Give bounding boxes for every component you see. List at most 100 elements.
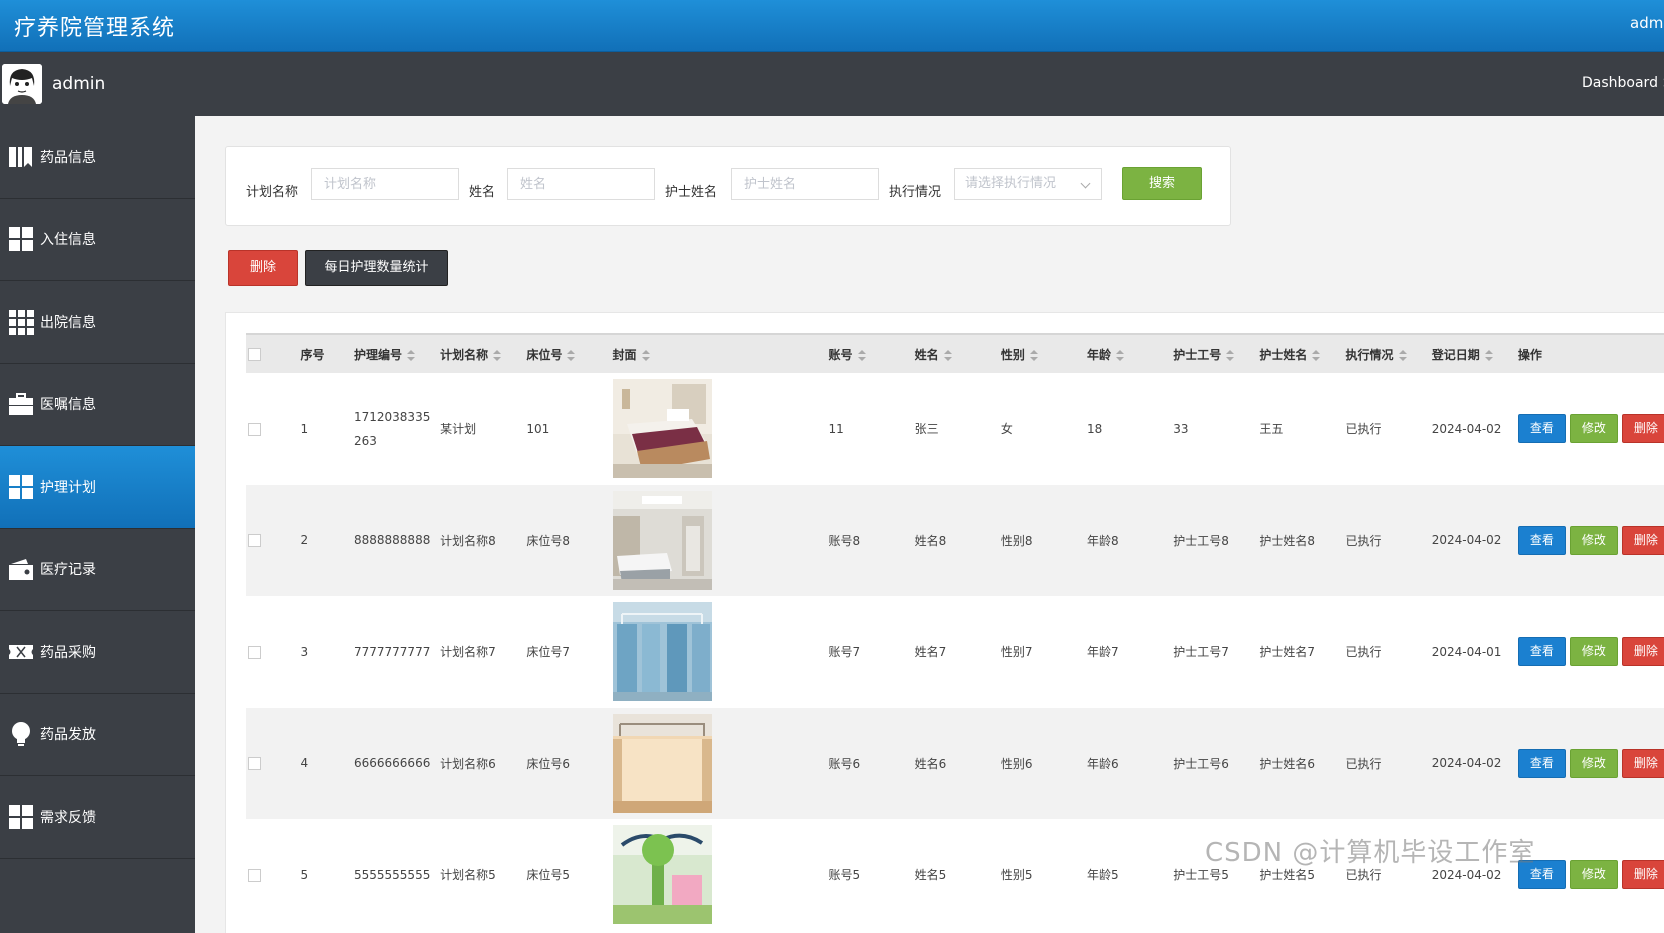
header-date[interactable]: 登记日期 xyxy=(1432,334,1518,373)
cell-age: 年龄8 xyxy=(1087,533,1119,548)
cell-gender: 性别7 xyxy=(1000,645,1033,660)
table-row: 2 8888888888 计划名称8 床位号8 账号8 姓名8 性别8 年龄8 … xyxy=(246,484,1664,597)
cell-name: 姓名5 xyxy=(914,868,947,883)
cell-gender: 性别8 xyxy=(1000,533,1033,548)
sidebar-item-care-plan[interactable]: 护理计划 xyxy=(0,446,195,529)
daily-stats-button[interactable]: 每日护理数量统计 xyxy=(305,250,448,286)
delete-button[interactable]: 删除 xyxy=(1621,860,1664,890)
header-nurse-no[interactable]: 护士工号 xyxy=(1173,334,1259,373)
header-select-all[interactable] xyxy=(246,334,301,373)
sidebar-item-discharge-info[interactable]: 出院信息 xyxy=(0,281,195,364)
edit-button[interactable]: 修改 xyxy=(1569,637,1618,667)
cell-name: 姓名6 xyxy=(914,756,947,771)
grid-icon xyxy=(9,474,33,499)
header-code[interactable]: 护理编号 xyxy=(354,334,440,373)
view-button[interactable]: 查看 xyxy=(1517,525,1566,555)
breadcrumb[interactable]: Dashboard > xyxy=(1582,75,1664,91)
sidebar-item-label: 医疗记录 xyxy=(40,562,96,579)
plan-name-input[interactable] xyxy=(311,168,459,200)
sidebar-item-checkin-info[interactable]: 入住信息 xyxy=(0,199,195,281)
edit-button[interactable]: 修改 xyxy=(1569,414,1618,444)
cell-date: 2024-04-02 xyxy=(1431,533,1502,548)
sort-icon[interactable] xyxy=(1116,349,1125,361)
cell-cover[interactable] xyxy=(612,373,829,485)
cell-cover[interactable] xyxy=(612,819,829,931)
cover-playroom-image[interactable] xyxy=(612,825,712,925)
header-cover[interactable]: 封面 xyxy=(613,334,829,373)
edit-button[interactable]: 修改 xyxy=(1569,860,1618,890)
cell-name: 姓名7 xyxy=(914,645,947,660)
cell-status: 已执行 xyxy=(1345,645,1382,660)
status-select[interactable]: 请选择执行情况 xyxy=(954,168,1102,200)
grid-icon xyxy=(9,227,33,252)
sort-icon[interactable] xyxy=(567,349,576,361)
sidebar-item-medical-records[interactable]: 医疗记录 xyxy=(0,529,195,611)
cell-cover[interactable] xyxy=(612,485,829,597)
row-checkbox[interactable] xyxy=(248,534,261,548)
grid-nine-icon xyxy=(9,309,34,335)
cell-ops: 查看 修改 删除 xyxy=(1517,596,1664,708)
sort-icon[interactable] xyxy=(1312,349,1321,361)
sort-icon[interactable] xyxy=(857,349,866,361)
nurse-name-input[interactable] xyxy=(731,168,879,200)
delete-button[interactable]: 删除 xyxy=(1621,414,1664,444)
sort-icon[interactable] xyxy=(407,349,415,361)
header-name[interactable]: 姓名 xyxy=(915,334,1001,373)
row-checkbox[interactable] xyxy=(248,645,261,659)
top-user-menu[interactable]: admin xyxy=(1630,14,1664,32)
sidebar-item-label: 药品采购 xyxy=(40,644,96,661)
delete-button[interactable]: 删除 xyxy=(1621,748,1664,778)
row-checkbox[interactable] xyxy=(248,757,261,771)
header-bed[interactable]: 床位号 xyxy=(526,334,612,373)
sort-icon[interactable] xyxy=(1398,349,1407,361)
row-checkbox[interactable] xyxy=(248,422,261,436)
cell-bed: 101 xyxy=(526,421,550,436)
sort-icon[interactable] xyxy=(1226,349,1235,361)
avatar[interactable] xyxy=(2,64,42,104)
search-button[interactable]: 搜索 xyxy=(1122,167,1202,200)
edit-button[interactable]: 修改 xyxy=(1569,748,1618,778)
cover-ward-image[interactable] xyxy=(612,490,712,590)
edit-button[interactable]: 修改 xyxy=(1569,525,1618,555)
cell-cover[interactable] xyxy=(612,596,829,708)
sidebar-item-feedback[interactable]: 需求反馈 xyxy=(0,776,195,859)
sort-icon[interactable] xyxy=(1029,349,1038,361)
delete-button[interactable]: 删除 xyxy=(1621,637,1664,667)
view-button[interactable]: 查看 xyxy=(1517,414,1566,444)
cover-room-image[interactable] xyxy=(612,713,712,813)
sidebar-item-doctor-orders[interactable]: 医嘱信息 xyxy=(0,364,195,446)
sidebar-item-label: 医嘱信息 xyxy=(40,397,96,414)
header-status[interactable]: 执行情况 xyxy=(1346,334,1432,373)
select-all-checkbox[interactable] xyxy=(248,348,261,361)
view-button[interactable]: 查看 xyxy=(1517,748,1566,778)
header-plan[interactable]: 计划名称 xyxy=(440,334,526,373)
cell-seq: 1 xyxy=(300,421,309,436)
cell-cover[interactable] xyxy=(612,708,829,820)
cell-plan: 计划名称8 xyxy=(440,533,496,548)
name-input[interactable] xyxy=(507,168,655,200)
cell-ops: 查看 修改 删除 xyxy=(1517,819,1664,931)
header-account[interactable]: 账号 xyxy=(829,334,915,373)
cover-curtain-image[interactable] xyxy=(612,602,712,702)
header-nurse-name[interactable]: 护士姓名 xyxy=(1259,334,1345,373)
sort-icon[interactable] xyxy=(943,349,952,361)
sort-icon[interactable] xyxy=(1484,349,1493,361)
sidebar-item-medicine-info[interactable]: 药品信息 xyxy=(0,116,195,199)
header-age[interactable]: 年龄 xyxy=(1087,334,1173,373)
sidebar-item-medicine-purchase[interactable]: 药品采购 xyxy=(0,611,195,694)
delete-button[interactable]: 删除 xyxy=(1621,525,1664,555)
sidebar-item-medicine-dispense[interactable]: 药品发放 xyxy=(0,694,195,776)
sort-icon[interactable] xyxy=(493,349,502,361)
cell-ops: 查看 修改 删除 xyxy=(1517,708,1664,820)
sort-icon[interactable] xyxy=(641,349,650,361)
cell-code: 8888888888 xyxy=(353,533,431,548)
batch-delete-button[interactable]: 删除 xyxy=(228,250,298,286)
cell-account: 账号8 xyxy=(828,533,861,548)
view-button[interactable]: 查看 xyxy=(1517,637,1566,667)
header-gender[interactable]: 性别 xyxy=(1001,334,1087,373)
row-checkbox[interactable] xyxy=(248,868,261,882)
cover-bedroom-image[interactable] xyxy=(612,379,712,479)
status-select-placeholder: 请选择执行情况 xyxy=(965,176,1057,191)
cell-bed: 床位号8 xyxy=(526,533,570,548)
cell-nurse-name: 王五 xyxy=(1259,422,1284,437)
